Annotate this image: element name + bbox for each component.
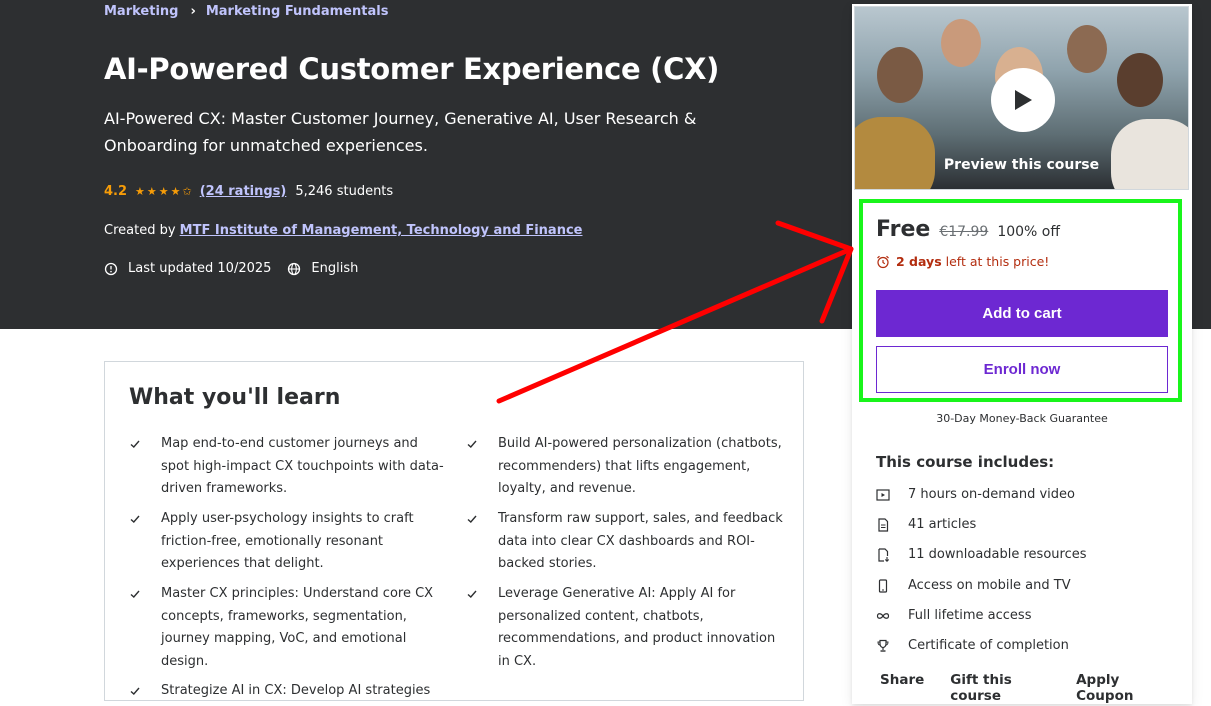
- instructor-link[interactable]: MTF Institute of Management, Technology …: [180, 223, 583, 238]
- money-back-guarantee: 30-Day Money-Back Guarantee: [936, 412, 1108, 425]
- last-updated: Last updated 10/2025: [128, 261, 272, 276]
- include-item: 11 downloadable resources: [876, 547, 1087, 562]
- learn-title: What you'll learn: [129, 385, 341, 410]
- chevron-right-icon: ›: [190, 4, 196, 19]
- preview-person: [1117, 53, 1163, 107]
- learn-item: Strategize AI in CX: Develop AI strategi…: [129, 680, 446, 706]
- course-subtitle: AI-Powered CX: Master Customer Journey, …: [104, 109, 697, 155]
- learn-item: Master CX principles: Understand core CX…: [129, 583, 446, 673]
- check-icon: [129, 508, 161, 576]
- check-icon: [466, 433, 498, 501]
- learn-item-text: Leverage Generative AI: Apply AI for per…: [498, 586, 776, 669]
- include-text: Certificate of completion: [908, 638, 1069, 653]
- include-text: 7 hours on-demand video: [908, 487, 1075, 502]
- play-button[interactable]: [991, 68, 1055, 132]
- include-item: Certificate of completion: [876, 638, 1069, 653]
- include-text: 41 articles: [908, 517, 977, 532]
- include-item: 41 articles: [876, 517, 976, 532]
- learn-item: Build AI-powered personalization (chatbo…: [466, 433, 783, 501]
- learn-item-text: Master CX principles: Understand core CX…: [161, 586, 434, 669]
- check-icon: [466, 583, 498, 673]
- course-language: English: [311, 261, 359, 276]
- learn-item: Transform raw support, sales, and feedba…: [466, 508, 783, 576]
- preview-person: [877, 47, 923, 103]
- include-text: 11 downloadable resources: [908, 547, 1087, 562]
- video-icon: [876, 488, 908, 502]
- mobile-icon: [876, 578, 908, 593]
- check-icon: [466, 508, 498, 576]
- play-icon: [1015, 90, 1032, 110]
- price-highlight-box: [859, 199, 1182, 402]
- preview-person: [941, 19, 981, 67]
- share-button[interactable]: Share: [880, 672, 924, 704]
- include-item: Access on mobile and TV: [876, 578, 1071, 593]
- includes-title: This course includes:: [876, 453, 1055, 471]
- learn-item-text: Strategize AI in CX: Develop AI strategi…: [161, 683, 431, 698]
- include-item: 7 hours on-demand video: [876, 487, 1075, 502]
- course-meta: Last updated 10/2025 English: [104, 261, 358, 276]
- learn-item-text: Map end-to-end customer journeys and spo…: [161, 436, 444, 496]
- check-icon: [129, 583, 161, 673]
- learn-item-text: Build AI-powered personalization (chatbo…: [498, 436, 782, 496]
- include-text: Full lifetime access: [908, 608, 1032, 623]
- learn-item: Leverage Generative AI: Apply AI for per…: [466, 583, 783, 673]
- trophy-icon: [876, 639, 908, 653]
- download-file-icon: [876, 547, 908, 562]
- include-item: Full lifetime access: [876, 608, 1031, 623]
- breadcrumb-marketing-fundamentals[interactable]: Marketing Fundamentals: [206, 4, 389, 19]
- learn-item-text: Transform raw support, sales, and feedba…: [498, 511, 783, 571]
- rating-value: 4.2: [104, 184, 128, 199]
- preview-person: [855, 117, 935, 189]
- course-title: AI-Powered Customer Experience (CX): [104, 52, 720, 86]
- apply-coupon-button[interactable]: Apply Coupon: [1076, 672, 1166, 704]
- rating-row: 4.2 ★★★★✩ (24 ratings) 5,246 students: [104, 184, 393, 199]
- preview-person: [1111, 119, 1188, 189]
- preview-person: [1067, 25, 1107, 73]
- sidebar-actions: Share Gift this course Apply Coupon: [880, 672, 1192, 704]
- ratings-link[interactable]: (24 ratings): [200, 184, 287, 199]
- preview-course-label[interactable]: Preview this course: [855, 157, 1188, 173]
- alert-clock-icon: [104, 262, 118, 275]
- learn-item: Map end-to-end customer journeys and spo…: [129, 433, 446, 501]
- students-count: 5,246 students: [295, 184, 394, 199]
- gift-course-button[interactable]: Gift this course: [950, 672, 1050, 704]
- check-icon: [129, 433, 161, 501]
- check-icon: [129, 680, 161, 706]
- star-rating-icon: ★★★★✩: [135, 185, 194, 198]
- breadcrumb: Marketing › Marketing Fundamentals: [104, 4, 388, 19]
- learn-item-text: Apply user-psychology insights to craft …: [161, 511, 414, 571]
- created-by-label: Created by: [104, 223, 176, 238]
- infinity-icon: [876, 609, 908, 623]
- globe-icon: [288, 262, 301, 275]
- breadcrumb-marketing[interactable]: Marketing: [104, 4, 178, 19]
- course-preview[interactable]: Preview this course: [854, 6, 1189, 190]
- article-icon: [876, 517, 908, 532]
- learn-item: Apply user-psychology insights to craft …: [129, 508, 446, 576]
- created-by: Created by MTF Institute of Management, …: [104, 223, 582, 238]
- what-you-will-learn: What you'll learn Map end-to-end custome…: [104, 361, 804, 701]
- include-text: Access on mobile and TV: [908, 578, 1071, 593]
